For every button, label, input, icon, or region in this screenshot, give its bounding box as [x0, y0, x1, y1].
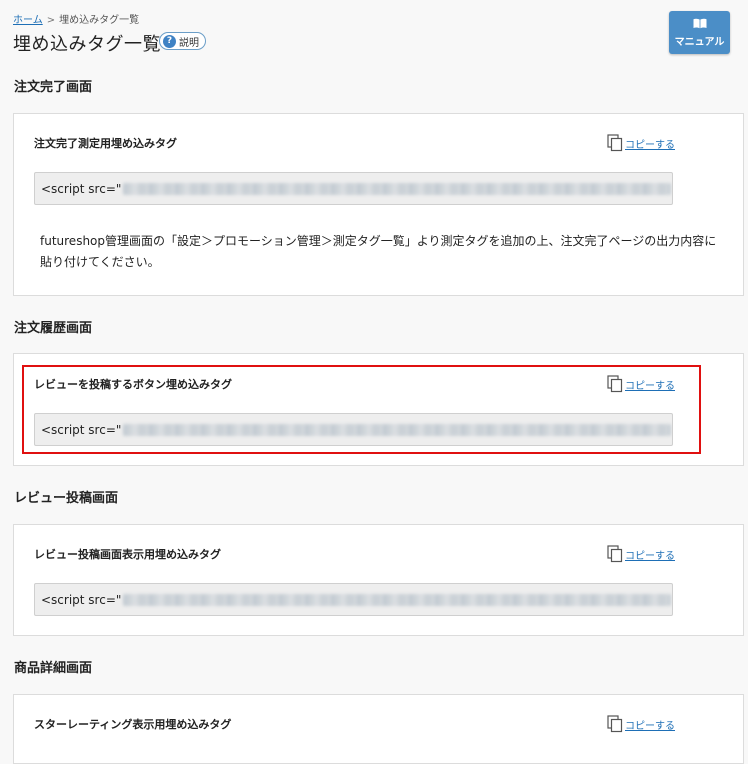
section-title-order-history: 注文履歴画面 — [14, 321, 93, 336]
tag-card-order-complete: 注文完了測定用埋め込みタグ コピーする <script src=" future… — [13, 113, 744, 296]
code-prefix: <script src=" — [41, 592, 122, 607]
copy-icon — [607, 134, 623, 152]
breadcrumb-current: 埋め込みタグ一覧 — [59, 15, 140, 26]
section-title-product-detail: 商品詳細画面 — [14, 661, 93, 676]
tag-card-label: スターレーティング表示用埋め込みタグ — [34, 718, 232, 731]
copy-icon — [607, 545, 623, 563]
copy-button[interactable]: コピーする — [607, 545, 675, 563]
tag-card-label: 注文完了測定用埋め込みタグ — [34, 137, 177, 150]
section-title-review-post: レビュー投稿画面 — [14, 491, 119, 506]
copy-button[interactable]: コピーする — [607, 715, 675, 733]
copy-label: コピーする — [625, 139, 675, 151]
tag-card-review-post-page: レビュー投稿画面表示用埋め込みタグ コピーする <script src=" — [13, 524, 744, 636]
code-field[interactable]: <script src=" — [34, 172, 673, 205]
copy-label: コピーする — [625, 720, 675, 732]
help-button[interactable]: ? 説明 — [159, 32, 206, 50]
tag-description: futureshop管理画面の「設定＞プロモーション管理＞測定タグ一覧」より測定… — [40, 234, 717, 269]
code-field[interactable]: <script src=" — [34, 583, 673, 616]
breadcrumb-separator: > — [46, 15, 56, 26]
code-blurred — [123, 593, 672, 606]
page-title: 埋め込みタグ一覧 — [13, 34, 161, 55]
breadcrumb: ホーム > 埋め込みタグ一覧 — [13, 11, 139, 26]
help-label: 説明 — [179, 37, 199, 49]
highlight-frame — [22, 365, 701, 454]
tag-card-star-rating: スターレーティング表示用埋め込みタグ コピーする — [13, 694, 744, 764]
breadcrumb-home-link[interactable]: ホーム — [13, 15, 43, 26]
manual-button[interactable]: マニュアル — [669, 11, 730, 54]
code-prefix: <script src=" — [41, 181, 122, 196]
book-icon — [693, 18, 706, 28]
help-icon: ? — [163, 34, 176, 48]
copy-label: コピーする — [625, 550, 675, 562]
tag-card-label: レビュー投稿画面表示用埋め込みタグ — [34, 548, 221, 561]
copy-icon — [607, 715, 623, 733]
code-blurred — [123, 182, 672, 195]
copy-button[interactable]: コピーする — [607, 134, 675, 152]
section-title-order-complete: 注文完了画面 — [14, 80, 93, 95]
manual-label: マニュアル — [674, 36, 725, 48]
